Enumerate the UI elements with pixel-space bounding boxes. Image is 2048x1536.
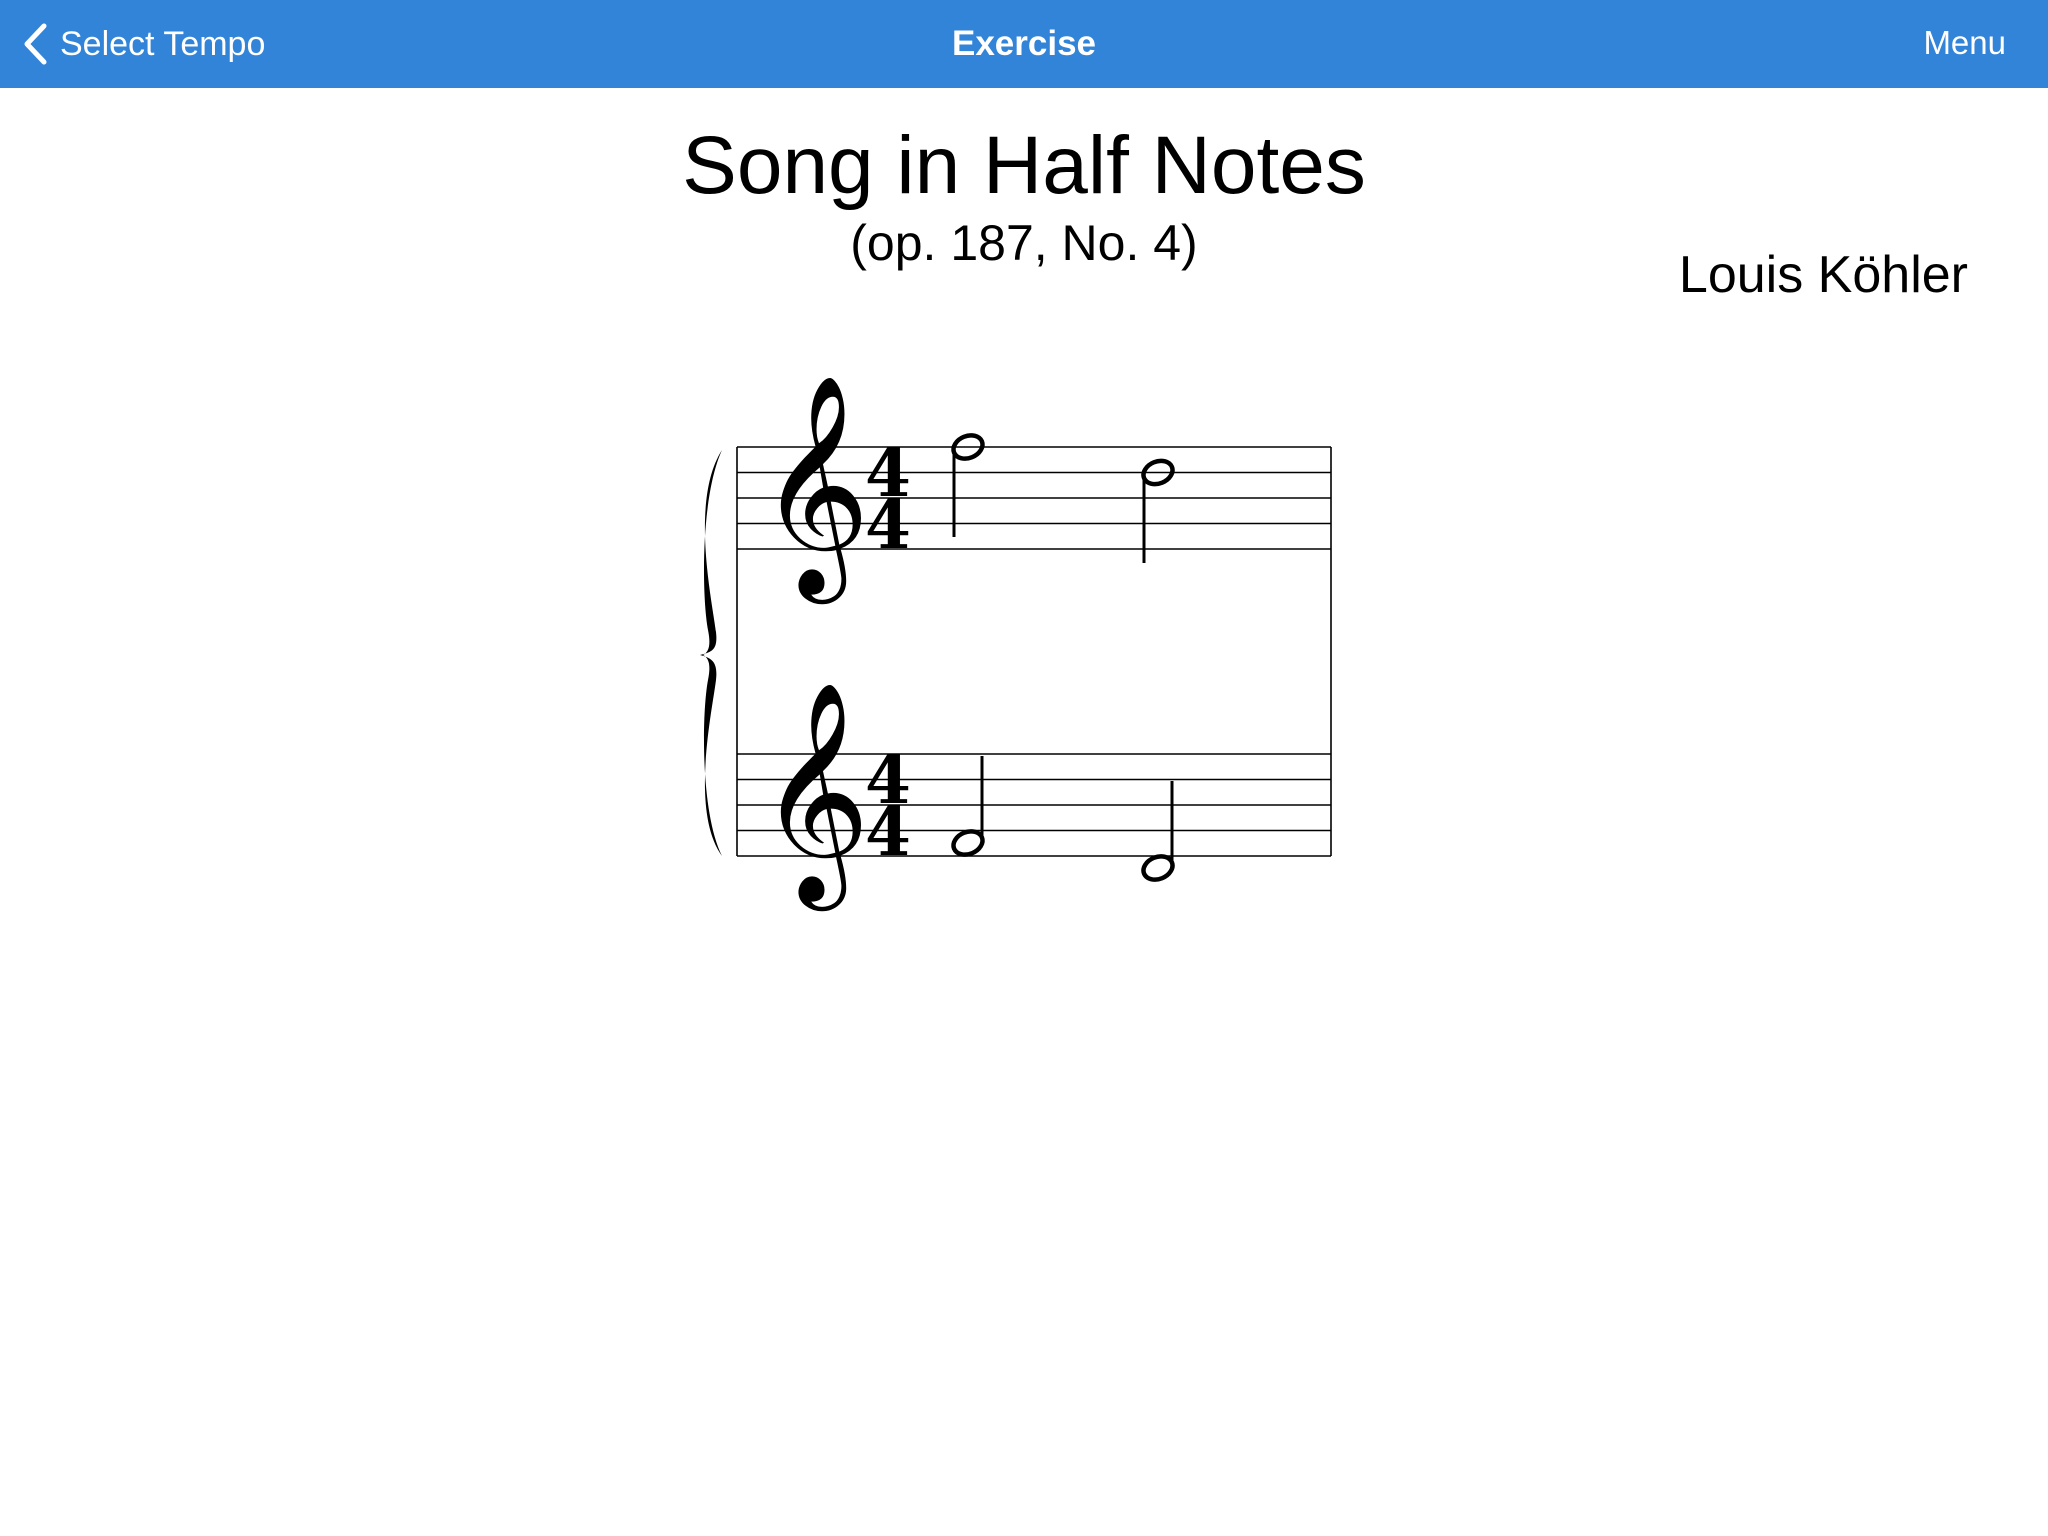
- time-sig-denominator-upper: 4: [865, 486, 911, 564]
- system-brace: [700, 450, 722, 856]
- music-score: 𝄞 𝄞 4 4 4 4: [700, 373, 1332, 911]
- note-lower-1: [951, 756, 985, 857]
- treble-clef-lower: 𝄞: [758, 680, 870, 911]
- treble-clef-upper: 𝄞: [758, 373, 870, 604]
- note-lower-2: [1141, 781, 1175, 882]
- time-sig-denominator-lower: 4: [865, 793, 911, 871]
